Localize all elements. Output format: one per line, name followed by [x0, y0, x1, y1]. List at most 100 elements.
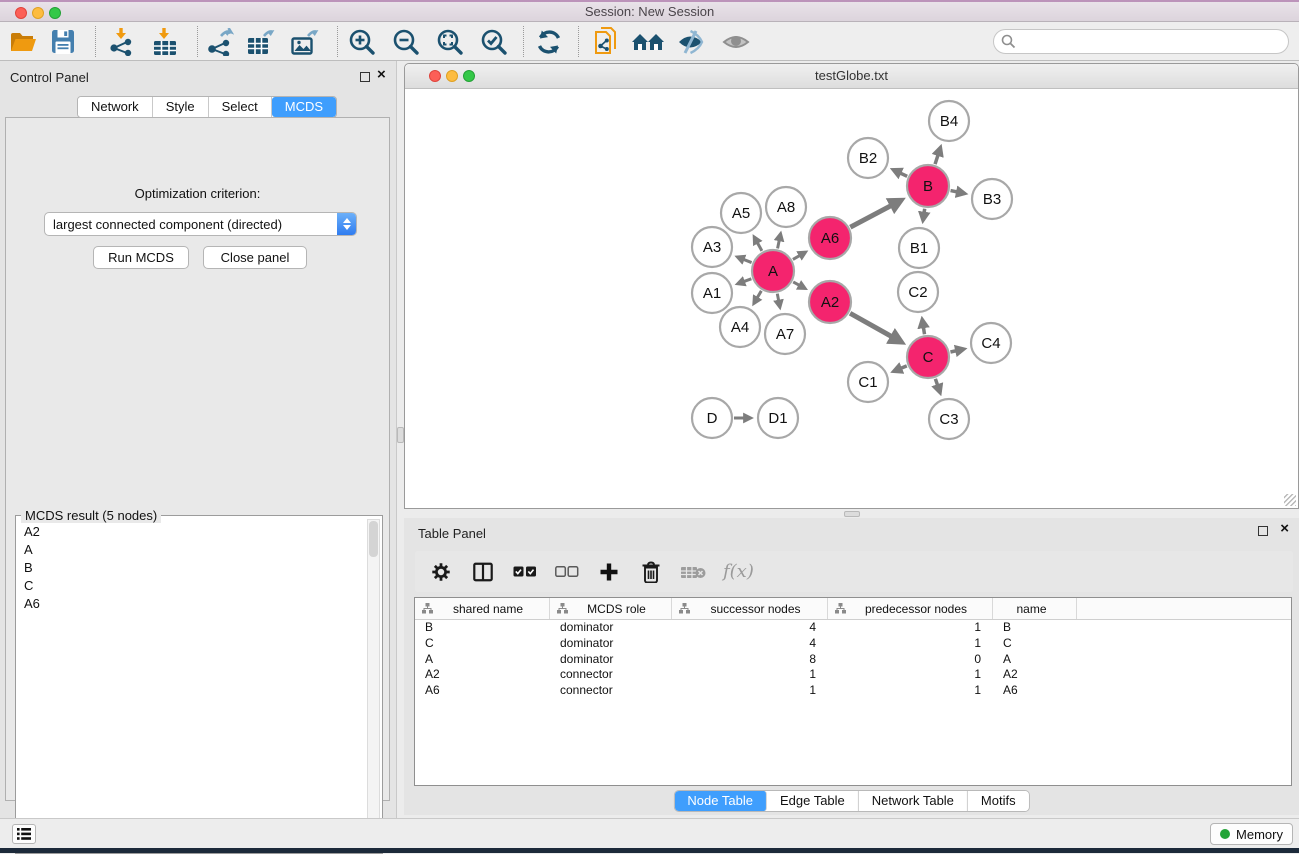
import-network-button[interactable] — [105, 26, 137, 57]
cell-predecessor-nodes[interactable]: 1 — [828, 683, 993, 699]
divider-grip[interactable] — [397, 427, 404, 443]
edge-C-C4[interactable] — [950, 349, 963, 352]
tab-mcds[interactable]: MCDS — [272, 97, 336, 117]
table-row[interactable]: A6connector11A6 — [415, 683, 1291, 699]
column-header-shared-name[interactable]: shared name — [415, 598, 550, 619]
network-minimize-button[interactable] — [446, 70, 458, 82]
table-row[interactable]: Bdominator41B — [415, 620, 1291, 636]
network-close-button[interactable] — [429, 70, 441, 82]
mcds-result-item[interactable]: A2 — [16, 522, 368, 540]
cell-predecessor-nodes[interactable]: 1 — [828, 636, 993, 652]
cell-MCDS-role[interactable]: dominator — [550, 620, 672, 636]
cell-name[interactable]: A — [993, 652, 1077, 668]
mcds-result-item[interactable]: A — [16, 540, 368, 558]
zoom-fit-button[interactable] — [434, 26, 466, 57]
tab-motifs[interactable]: Motifs — [968, 791, 1029, 811]
cell-predecessor-nodes[interactable]: 1 — [828, 620, 993, 636]
edge-A-A6[interactable] — [793, 252, 806, 259]
cell-successor-nodes[interactable]: 8 — [672, 652, 828, 668]
search-input[interactable] — [1020, 34, 1288, 49]
column-settings-button[interactable] — [427, 558, 455, 586]
edge-C-C2[interactable] — [922, 320, 924, 335]
edge-C-C3[interactable] — [935, 379, 940, 393]
mcds-result-item[interactable]: C — [16, 576, 368, 594]
edge-B-B2[interactable] — [893, 170, 907, 176]
edge-A-A7[interactable] — [777, 294, 780, 308]
cell-name[interactable]: A2 — [993, 667, 1077, 683]
show-graphics-button[interactable] — [720, 26, 752, 57]
table-row[interactable]: A2connector11A2 — [415, 667, 1291, 683]
criterion-select[interactable]: largest connected component (directed) — [44, 212, 357, 236]
divider-grip[interactable] — [844, 511, 860, 517]
cell-shared-name[interactable]: A2 — [415, 667, 550, 683]
export-image-button[interactable] — [289, 26, 321, 57]
zoom-out-button[interactable] — [390, 26, 422, 57]
cell-successor-nodes[interactable]: 1 — [672, 683, 828, 699]
cell-MCDS-role[interactable]: dominator — [550, 636, 672, 652]
edge-A-A5[interactable] — [754, 237, 762, 251]
cell-successor-nodes[interactable]: 4 — [672, 636, 828, 652]
deselect-all-button[interactable] — [553, 558, 581, 586]
network-graph[interactable]: AA1A2A3A4A5A6A7A8BB1B2B3B4CC1C2C3C4DD1 — [405, 89, 1298, 508]
edge-A-A1[interactable] — [738, 279, 752, 284]
column-header-predecessor-nodes[interactable]: predecessor nodes — [828, 598, 993, 619]
network-file-button[interactable] — [591, 26, 623, 57]
table-row[interactable]: Adominator80A — [415, 652, 1291, 668]
float-table-panel-icon[interactable] — [1258, 526, 1268, 536]
tab-select[interactable]: Select — [209, 97, 272, 117]
mcds-result-scrollbar[interactable] — [367, 519, 380, 850]
mcds-result-item[interactable]: A6 — [16, 594, 368, 612]
tab-network-table[interactable]: Network Table — [859, 791, 968, 811]
table-row[interactable]: Cdominator41C — [415, 636, 1291, 652]
edge-A6-B[interactable] — [850, 200, 901, 227]
panel-divider-vertical[interactable] — [396, 61, 404, 818]
edge-B-B3[interactable] — [951, 191, 965, 194]
tab-style[interactable]: Style — [153, 97, 209, 117]
tab-network[interactable]: Network — [78, 97, 153, 117]
delete-column-button[interactable] — [637, 558, 665, 586]
edge-A-A4[interactable] — [754, 291, 761, 304]
app-close-button[interactable] — [15, 7, 27, 19]
mcds-result-list[interactable]: A2ABCA6 — [16, 522, 368, 612]
network-zoom-button[interactable] — [463, 70, 475, 82]
column-header-name[interactable]: name — [993, 598, 1077, 619]
edge-A-A2[interactable] — [793, 282, 805, 288]
edge-A2-C[interactable] — [850, 313, 901, 342]
refresh-view-button[interactable] — [533, 26, 565, 57]
open-session-button[interactable] — [7, 26, 39, 57]
cell-successor-nodes[interactable]: 1 — [672, 667, 828, 683]
mcds-result-item[interactable]: B — [16, 558, 368, 576]
import-table-button[interactable] — [149, 26, 181, 57]
show-columns-button[interactable] — [469, 558, 497, 586]
zoom-in-button[interactable] — [346, 26, 378, 57]
cell-shared-name[interactable]: A6 — [415, 683, 550, 699]
memory-button[interactable]: Memory — [1210, 823, 1293, 845]
cell-predecessor-nodes[interactable]: 0 — [828, 652, 993, 668]
hide-graphics-button[interactable] — [675, 26, 707, 57]
app-minimize-button[interactable] — [32, 7, 44, 19]
cell-name[interactable]: A6 — [993, 683, 1077, 699]
cell-MCDS-role[interactable]: connector — [550, 683, 672, 699]
homes-button[interactable] — [632, 26, 664, 57]
cell-MCDS-role[interactable]: connector — [550, 667, 672, 683]
edge-A-A8[interactable] — [778, 234, 781, 249]
create-column-button[interactable] — [595, 558, 623, 586]
edge-B-B1[interactable] — [923, 209, 925, 221]
cell-shared-name[interactable]: B — [415, 620, 550, 636]
cell-successor-nodes[interactable]: 4 — [672, 620, 828, 636]
column-header-successor-nodes[interactable]: successor nodes — [672, 598, 828, 619]
close-table-panel-icon[interactable]: × — [1280, 520, 1289, 538]
column-header-MCDS-role[interactable]: MCDS role — [550, 598, 672, 619]
app-zoom-button[interactable] — [49, 7, 61, 19]
tab-node-table[interactable]: Node Table — [674, 791, 767, 811]
edge-A-A3[interactable] — [737, 257, 751, 263]
save-session-button[interactable] — [47, 26, 79, 57]
run-mcds-button[interactable]: Run MCDS — [93, 246, 189, 269]
zoom-selected-button[interactable] — [478, 26, 510, 57]
cell-shared-name[interactable]: A — [415, 652, 550, 668]
select-all-button[interactable] — [511, 558, 539, 586]
close-panel-button[interactable]: Close panel — [203, 246, 307, 269]
task-history-button[interactable] — [12, 824, 36, 844]
float-panel-icon[interactable] — [360, 72, 370, 82]
window-resize-grip[interactable] — [1284, 494, 1296, 506]
